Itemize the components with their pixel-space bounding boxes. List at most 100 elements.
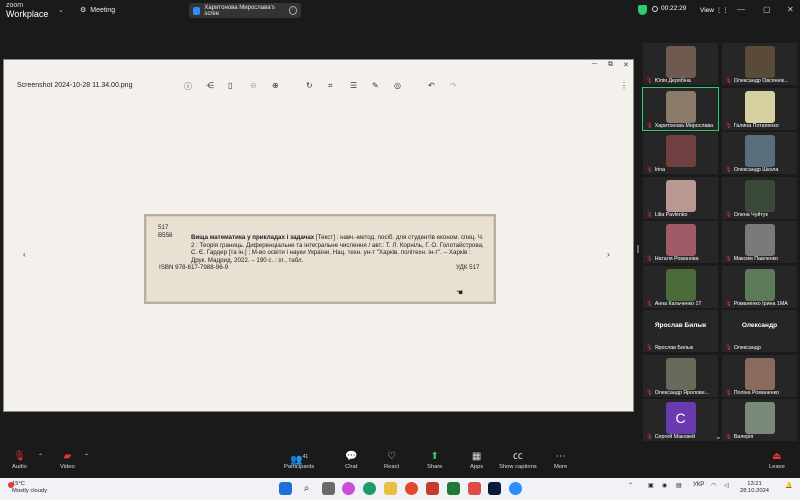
- app-icon[interactable]: [426, 482, 439, 495]
- explorer-icon[interactable]: [384, 482, 397, 495]
- participant-name-text: Ярослав Билык: [654, 345, 694, 351]
- weather-temp: 15°C: [12, 481, 25, 487]
- notifications-icon[interactable]: 🔔: [785, 482, 792, 489]
- participant-tile[interactable]: 🎙 Валерія: [722, 399, 797, 441]
- participant-name: 🎙 Поліна Романенко: [725, 390, 779, 396]
- zoom-app-icon[interactable]: [509, 482, 522, 495]
- chevron-up-icon[interactable]: ⌃: [38, 454, 43, 460]
- app-icon[interactable]: [468, 482, 481, 495]
- participant-tile[interactable]: 🎙 Харитонова Мирослава: [642, 86, 719, 131]
- participant-name: 🎙 Олександр Школа: [725, 167, 778, 173]
- captions-icon: ㏄: [512, 451, 523, 462]
- chevron-up-icon[interactable]: ⌃: [628, 482, 633, 489]
- participant-tile[interactable]: 🎙 Олександр Школа: [722, 132, 797, 174]
- leave-button[interactable]: ⏏ Leave: [769, 450, 785, 470]
- participant-tile[interactable]: 🎙 Максим Павленко: [722, 221, 797, 263]
- participant-tile[interactable]: 🎙 Галина Потапенко: [722, 87, 797, 130]
- participant-name: 🎙 Irina: [646, 167, 665, 173]
- search-icon[interactable]: ⌕: [300, 482, 313, 495]
- minimize-icon[interactable]: ─: [592, 61, 597, 68]
- excel-icon[interactable]: [447, 482, 460, 495]
- apps-button[interactable]: ▦ Apps: [470, 450, 483, 470]
- redo-icon[interactable]: ↷: [450, 81, 457, 90]
- chevron-down-icon[interactable]: ⌄: [58, 6, 64, 14]
- task-view-icon[interactable]: [322, 482, 335, 495]
- record-icon: [652, 5, 658, 12]
- screen-share-indicator[interactable]: Харитонова Мирослава's scree ·: [189, 3, 301, 18]
- chevron-up-icon[interactable]: ⌃: [84, 454, 89, 460]
- zoom-in-icon[interactable]: ⊕: [272, 81, 279, 90]
- more-icon[interactable]: ⋮: [620, 81, 628, 90]
- viewer-title-bar: ─ ⧉ ✕: [4, 60, 633, 73]
- close-icon[interactable]: ✕: [623, 61, 629, 69]
- participant-name-text: Поліна Романенко: [733, 389, 779, 396]
- chevron-down-icon[interactable]: ⌄: [715, 432, 722, 441]
- share-button[interactable]: ⬆ Share: [427, 450, 442, 470]
- audio-label: Audio: [12, 464, 27, 470]
- participant-tile[interactable]: 🎙 Анна Кальченко 1Т: [643, 265, 718, 308]
- language-indicator[interactable]: УКР: [693, 482, 704, 488]
- shield-icon[interactable]: [638, 5, 647, 15]
- lens-icon[interactable]: ◎: [394, 81, 401, 90]
- participant-tile[interactable]: 🎙 Lilia Pavlenko: [643, 176, 718, 219]
- captions-button[interactable]: ㏄ Show captions: [499, 450, 537, 470]
- next-arrow-icon[interactable]: ›: [607, 250, 610, 259]
- participant-name-text: Валерія: [733, 434, 754, 440]
- participant-tile[interactable]: 🎙 Наталя Романова: [643, 221, 718, 263]
- more-button[interactable]: ⋯ More: [554, 450, 567, 470]
- participant-tile[interactable]: 🎙 Олександр Овсяннік...: [722, 43, 797, 85]
- wifi-icon[interactable]: ◠: [711, 482, 716, 489]
- participant-tile[interactable]: C 🎙 Сергей Маковей: [643, 399, 718, 441]
- copilot-icon[interactable]: [342, 482, 355, 495]
- meeting-menu[interactable]: ⚙ Meeting: [80, 6, 116, 15]
- participant-tile[interactable]: 🎙 Олександр Яроловe...: [643, 354, 718, 397]
- volume-icon[interactable]: ◁: [724, 482, 729, 489]
- zoom-out-icon[interactable]: ⊖: [250, 81, 257, 90]
- zoom-logo: zoom Workplace: [6, 2, 48, 19]
- panel-divider-handle[interactable]: [637, 245, 639, 253]
- participants-button[interactable]: 👥41 Participants: [284, 450, 314, 470]
- share-icon[interactable]: ⋲: [206, 81, 214, 90]
- weather-widget[interactable]: 15°C Mostly cloudy: [8, 481, 47, 495]
- minimize-icon[interactable]: —: [737, 5, 745, 14]
- tray-icon[interactable]: ◉: [662, 482, 667, 489]
- participant-name: 🎙 Сергей Маковей: [646, 434, 695, 440]
- video-button[interactable]: ▰ Video: [60, 450, 75, 470]
- view-button[interactable]: View ⋮⋮: [700, 6, 729, 14]
- card-description: Вища математика у прикладах і задачах [Т…: [191, 234, 486, 264]
- chat-button[interactable]: 💬 Chat: [345, 450, 357, 470]
- tray-icon[interactable]: ▤: [676, 482, 682, 489]
- participant-tile[interactable]: 🎙 Irina: [643, 132, 718, 174]
- mic-muted-icon: 🎙: [646, 345, 653, 351]
- tray-icon[interactable]: ▣: [648, 482, 654, 489]
- edge-icon[interactable]: [363, 482, 376, 495]
- photoshop-icon[interactable]: [488, 482, 501, 495]
- markup-icon[interactable]: ✎: [372, 81, 379, 90]
- adjust-icon[interactable]: ☰: [350, 81, 357, 90]
- participant-tile[interactable]: 🎙 Юлія Дерябіна: [643, 43, 718, 85]
- undo-icon[interactable]: ↶: [428, 81, 435, 90]
- restore-icon[interactable]: ⧉: [608, 61, 613, 69]
- participant-tile[interactable]: 🎙 Поліна Романенко: [722, 354, 797, 397]
- copy-icon[interactable]: ▯: [228, 81, 232, 90]
- participant-tile[interactable]: 🎙 Олена Чуйтук: [722, 176, 797, 219]
- maximize-icon[interactable]: ▢: [763, 5, 771, 14]
- previous-arrow-icon[interactable]: ‹: [23, 250, 26, 259]
- start-icon[interactable]: [279, 482, 292, 495]
- rotate-icon[interactable]: ↻: [306, 81, 313, 90]
- mic-muted-icon: 🎙: [725, 167, 732, 173]
- chrome-icon[interactable]: [405, 482, 418, 495]
- clock[interactable]: 13:21 28.10.2024: [740, 481, 769, 495]
- participant-tile[interactable]: Олександр 🎙 Олександр: [722, 310, 797, 352]
- audio-button[interactable]: 🎙 Audio: [12, 450, 27, 470]
- participant-tile[interactable]: Ярослав Билык 🎙 Ярослав Билык: [643, 310, 718, 352]
- meeting-label: Meeting: [90, 6, 116, 14]
- react-button[interactable]: ♡ React: [384, 450, 399, 470]
- library-catalog-card: 517 В558 Вища математика у прикладах і з…: [144, 214, 496, 304]
- crop-icon[interactable]: ⌗: [328, 81, 333, 91]
- participant-tile[interactable]: 🎙 Романенко Ірина 1МА: [722, 265, 797, 308]
- close-icon[interactable]: ✕: [787, 5, 794, 14]
- info-icon[interactable]: ⓘ: [184, 81, 192, 92]
- stop-share-icon[interactable]: ·: [288, 6, 297, 15]
- mic-muted-icon: 🎙: [13, 451, 26, 462]
